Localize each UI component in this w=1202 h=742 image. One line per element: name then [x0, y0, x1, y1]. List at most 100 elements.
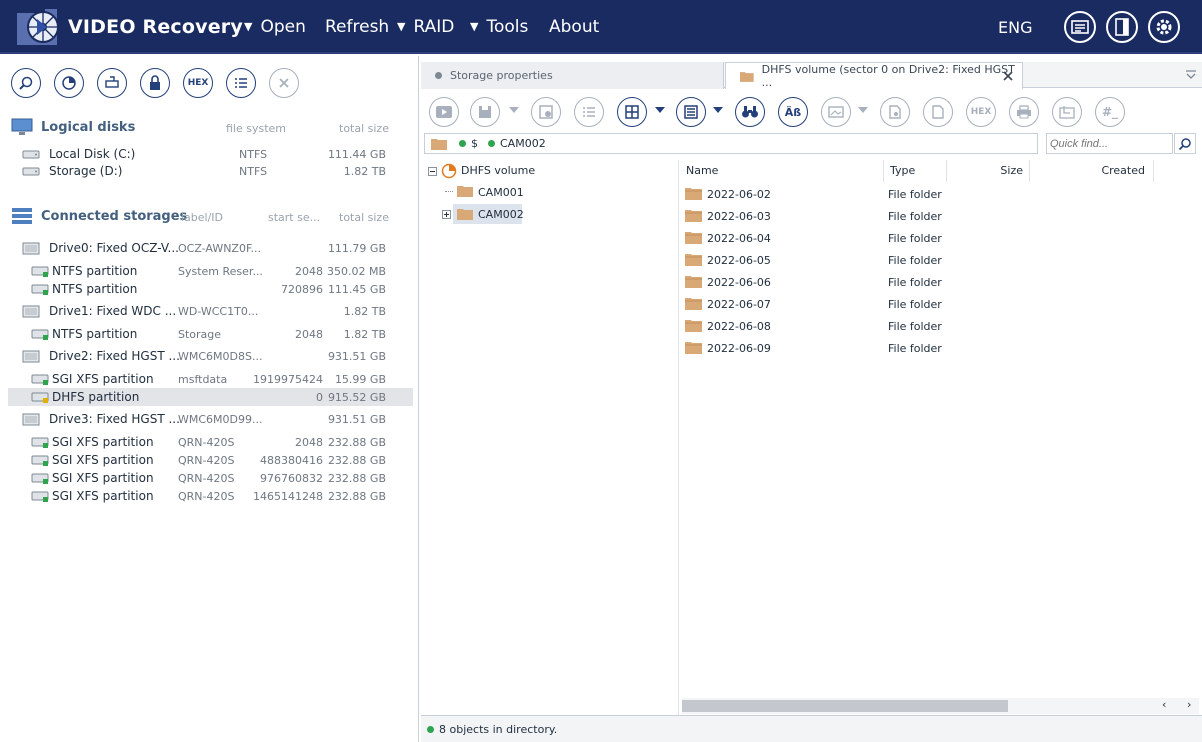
lock-tool-button[interactable]	[140, 68, 170, 98]
file-row[interactable]: 2022-06-09 File folder	[680, 337, 1200, 359]
logical-disks-header: Logical disks	[11, 118, 135, 136]
tab-close-icon[interactable]	[1002, 70, 1014, 82]
text-search-button[interactable]: Äß	[778, 97, 808, 127]
save-button[interactable]	[470, 97, 500, 127]
file-row[interactable]: 2022-06-02 File folder	[680, 183, 1200, 205]
file-row[interactable]: 2022-06-07 File folder	[680, 293, 1200, 315]
path-segment-root[interactable]: $	[471, 137, 478, 150]
logical-disk-row[interactable]: Local Disk (C:) NTFS 111.44 GB	[8, 145, 413, 163]
partition-row[interactable]: NTFS partition Storage 2048 1.82 TB	[8, 325, 413, 343]
hard-drive-icon	[22, 150, 40, 159]
scrollbar-thumb[interactable]	[682, 700, 1008, 712]
file-row[interactable]: 2022-06-05 File folder	[680, 249, 1200, 271]
menu-tools[interactable]: ▼ Tools	[470, 17, 528, 37]
path-bar[interactable]: $ CAM002	[424, 133, 1038, 154]
log-button[interactable]	[1064, 11, 1096, 43]
file-row[interactable]: 2022-06-08 File folder	[680, 315, 1200, 337]
partition-icon	[31, 473, 49, 484]
right-panel: Storage properties DHFS volume (sector 0…	[421, 56, 1202, 742]
col-created[interactable]: Created	[1030, 160, 1154, 182]
drive-row[interactable]: Drive1: Fixed WDC ... WD-WCC1T0... 1.82 TB	[8, 302, 413, 320]
binoculars-icon	[742, 106, 758, 118]
menu-open[interactable]: ▼ Open	[244, 17, 306, 37]
details-caret-icon[interactable]	[713, 107, 723, 113]
settings-button[interactable]	[1148, 11, 1180, 43]
magnifier-icon	[19, 76, 33, 90]
col-name[interactable]: Name	[680, 160, 884, 182]
partition-row[interactable]: NTFS partition System Reser... 2048 350.02 …	[8, 262, 413, 280]
quick-find-button[interactable]	[1174, 133, 1196, 154]
properties-button[interactable]	[880, 97, 910, 127]
file-row[interactable]: 2022-06-03 File folder	[680, 205, 1200, 227]
view-mode-button[interactable]	[617, 97, 647, 127]
partition-row[interactable]: NTFS partition 720896 111.45 GB	[8, 280, 413, 298]
drive-row[interactable]: Drive0: Fixed OCZ-V... OCZ-AWNZ0F... 111.7…	[8, 239, 413, 257]
save-marked-button[interactable]	[531, 97, 561, 127]
hex-view-button[interactable]: HEX	[966, 97, 996, 127]
partition-icon	[31, 266, 49, 277]
menu-about[interactable]: About	[549, 17, 599, 37]
drive-row[interactable]: Drive3: Fixed HGST ... WMC6M0D99... 931.51…	[8, 410, 413, 428]
list-tool-button[interactable]	[226, 68, 256, 98]
file-row[interactable]: 2022-06-04 File folder	[680, 227, 1200, 249]
view-mode-caret-icon[interactable]	[655, 107, 665, 113]
col-file-system: file system	[226, 122, 287, 135]
partition-row[interactable]: SGI XFS partition QRN-420S 2048 232.88 GB	[8, 433, 413, 451]
tree-item-cam002[interactable]: CAM002	[478, 208, 524, 221]
file-open-button[interactable]	[923, 97, 953, 127]
menu-refresh[interactable]: Refresh	[325, 17, 389, 37]
tab-storage-properties[interactable]: Storage properties	[421, 62, 724, 89]
menu-raid[interactable]: ▼ RAID	[397, 17, 454, 37]
col-type[interactable]: Type	[884, 160, 947, 182]
save-caret-icon[interactable]	[509, 107, 519, 113]
tab-list-caret-icon[interactable]	[1185, 70, 1197, 80]
logical-disk-row[interactable]: Storage (D:) NTFS 1.82 TB	[8, 162, 413, 180]
partition-row[interactable]: SGI XFS partition QRN-420S 976760832 232.88…	[8, 469, 413, 487]
path-segment-cam002[interactable]: CAM002	[500, 137, 546, 150]
search-tool-button[interactable]	[11, 68, 41, 98]
drive-row[interactable]: Drive2: Fixed HGST ... WMC6M0D8S... 931.51…	[8, 347, 413, 365]
image-tool-button[interactable]	[97, 68, 127, 98]
disk-image-icon	[105, 76, 119, 88]
print-button[interactable]	[1009, 97, 1039, 127]
col-size[interactable]: Size	[947, 160, 1030, 182]
tree-item-cam001[interactable]: CAM001	[478, 186, 524, 199]
tree-root[interactable]: DHFS volume	[461, 164, 535, 177]
details-view-button[interactable]	[676, 97, 706, 127]
partition-row[interactable]: DHFS partition 0 915.52 GB	[8, 388, 413, 406]
tab-dhfs-volume[interactable]: DHFS volume (sector 0 on Drive2: Fixed H…	[725, 62, 1023, 89]
file-row[interactable]: 2022-06-06 File folder	[680, 271, 1200, 293]
hex-tool-button[interactable]: HEX	[183, 68, 213, 98]
partition-row[interactable]: SGI XFS partition msftdata 1919975424 15.99…	[8, 370, 413, 388]
folder-icon	[431, 138, 447, 150]
hash-button[interactable]: #_	[1095, 97, 1125, 127]
preview-caret-icon[interactable]	[858, 107, 868, 113]
folder-icon	[685, 232, 702, 244]
panel-toggle-button[interactable]	[1106, 11, 1138, 43]
quick-find-input[interactable]	[1046, 133, 1173, 154]
expand-icon[interactable]	[442, 210, 451, 219]
language-selector[interactable]: ENG	[998, 18, 1032, 37]
partition-row[interactable]: SGI XFS partition QRN-420S 488380416 232.88…	[8, 451, 413, 469]
collapse-icon[interactable]	[428, 167, 437, 176]
partition-icon	[31, 374, 49, 385]
partition-icon	[31, 329, 49, 340]
col-total-size: total size	[339, 211, 389, 224]
list-icon	[235, 78, 247, 88]
connected-storages-header: Connected storages	[11, 207, 187, 225]
scan-tool-button[interactable]	[54, 68, 84, 98]
play-button[interactable]	[429, 97, 459, 127]
checklist-button[interactable]	[574, 97, 604, 127]
close-tool-button[interactable]	[269, 68, 299, 98]
partition-row[interactable]: SGI XFS partition QRN-420S 1465141248 232.8…	[8, 487, 413, 505]
preview-button[interactable]	[821, 97, 851, 127]
tree-connector	[445, 191, 453, 192]
scroll-left-icon[interactable]: ‹	[1162, 698, 1166, 711]
horizontal-scrollbar[interactable]: ‹ ›	[682, 698, 1199, 714]
log-icon	[1071, 20, 1089, 34]
physical-drive-icon	[22, 413, 40, 426]
go-up-button[interactable]	[1052, 97, 1082, 127]
find-button[interactable]	[735, 97, 765, 127]
folder-icon	[685, 210, 702, 222]
scroll-right-icon[interactable]: ›	[1187, 698, 1191, 711]
